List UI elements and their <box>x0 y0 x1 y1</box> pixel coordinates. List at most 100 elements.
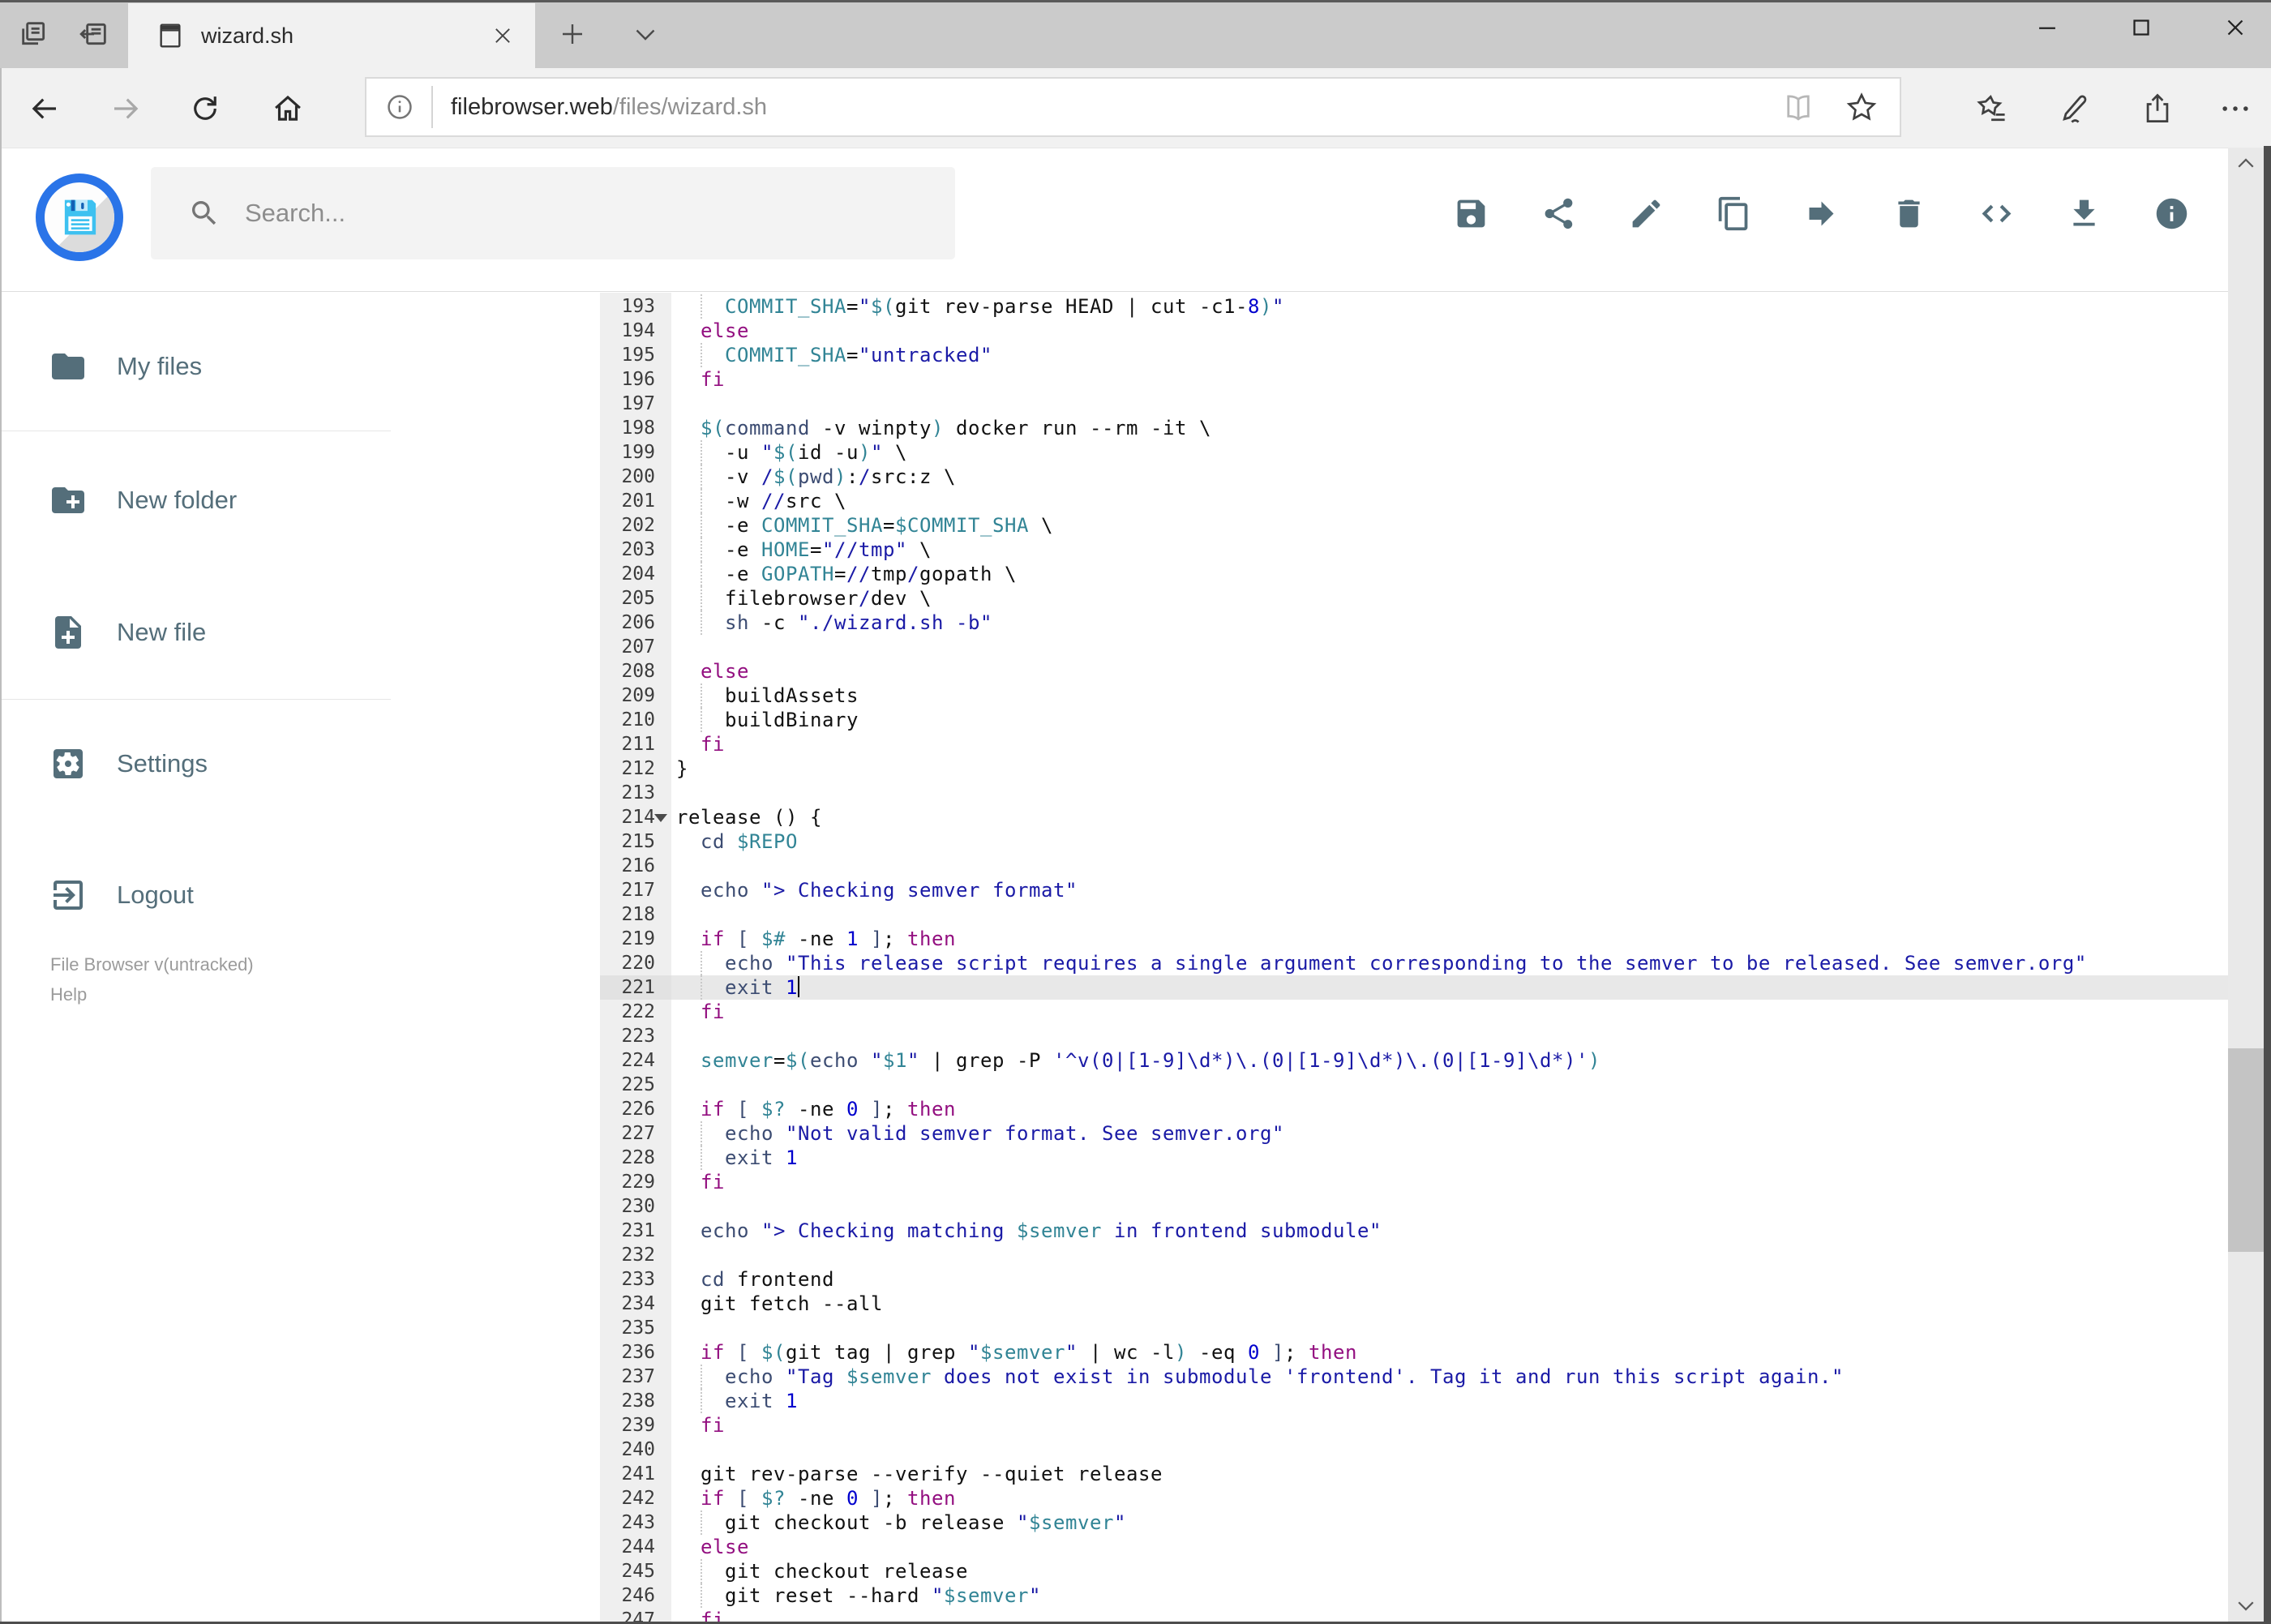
search-input[interactable] <box>243 198 814 229</box>
code-line[interactable]: echo "> Checking semver format" <box>671 878 2228 902</box>
code-line[interactable] <box>671 1073 2228 1097</box>
code-line[interactable]: fi <box>671 732 2228 756</box>
code-line[interactable]: git checkout release <box>671 1559 2228 1583</box>
add-favorite-star-icon[interactable] <box>1845 90 1879 124</box>
info-button[interactable] <box>2153 195 2190 232</box>
forward-button[interactable] <box>105 88 146 129</box>
code-line[interactable]: echo "This release script requires a sin… <box>671 951 2228 975</box>
app-logo[interactable] <box>36 174 123 261</box>
code-line[interactable]: fi <box>671 1170 2228 1194</box>
code-line[interactable]: buildAssets <box>671 683 2228 708</box>
code-line[interactable] <box>671 781 2228 805</box>
code-line[interactable]: echo "> Checking matching $semver in fro… <box>671 1219 2228 1243</box>
browser-tab[interactable]: wizard.sh <box>128 3 535 68</box>
code-line[interactable]: git rev-parse --verify --quiet release <box>671 1462 2228 1486</box>
back-button[interactable] <box>24 88 65 129</box>
save-button[interactable] <box>1453 195 1489 232</box>
code-line[interactable]: -e HOME="//tmp" \ <box>671 538 2228 562</box>
code-line[interactable] <box>671 1438 2228 1462</box>
code-line[interactable]: git fetch --all <box>671 1292 2228 1316</box>
share-button[interactable] <box>1540 195 1577 232</box>
code-line[interactable]: echo "Not valid semver format. See semve… <box>671 1121 2228 1146</box>
code-editor[interactable]: 192 if [ $? -eq 0 ]; then193 COMMIT_SHA=… <box>600 293 2228 1622</box>
hub-favorites-icon[interactable] <box>1972 88 2012 129</box>
tab-preview-chevron-icon[interactable] <box>626 15 665 54</box>
code-line[interactable]: git reset --hard "$semver" <box>671 1583 2228 1608</box>
code-line[interactable] <box>671 902 2228 927</box>
code-line[interactable]: fi <box>671 1413 2228 1438</box>
code-line[interactable]: if [ $? -ne 0 ]; then <box>671 1486 2228 1510</box>
code-line[interactable]: filebrowser/dev \ <box>671 586 2228 611</box>
minimize-button[interactable] <box>2028 8 2067 47</box>
code-line[interactable]: cd frontend <box>671 1267 2228 1292</box>
code-line[interactable]: exit 1 <box>671 1389 2228 1413</box>
delete-button[interactable] <box>1891 195 1927 232</box>
show-set-aside-tabs-icon[interactable] <box>15 15 54 54</box>
maximize-button[interactable] <box>2122 8 2161 47</box>
home-button[interactable] <box>268 88 308 129</box>
help-link[interactable]: Help <box>50 979 254 1009</box>
address-bar[interactable]: filebrowser.web/files/wizard.sh <box>365 77 1901 137</box>
code-line[interactable] <box>671 392 2228 416</box>
code-line[interactable]: COMMIT_SHA="$(git rev-parse HEAD | cut -… <box>671 294 2228 319</box>
code-line[interactable]: fi <box>671 1608 2228 1622</box>
code-line[interactable]: echo "Tag $semver does not exist in subm… <box>671 1365 2228 1389</box>
code-line[interactable]: else <box>671 1535 2228 1559</box>
copy-button[interactable] <box>1716 195 1752 232</box>
download-button[interactable] <box>2066 195 2102 232</box>
scroll-up-arrow-icon[interactable] <box>2228 148 2264 180</box>
code-line[interactable]: if [ $# -ne 1 ]; then <box>671 927 2228 951</box>
code-line[interactable]: $(command -v winpty) docker run --rm -it… <box>671 416 2228 440</box>
code-line[interactable] <box>671 1316 2228 1340</box>
web-notes-pen-icon[interactable] <box>2055 88 2095 129</box>
refresh-button[interactable] <box>185 88 225 129</box>
close-window-button[interactable] <box>2216 8 2255 47</box>
code-line[interactable]: -v /$(pwd):/src:z \ <box>671 465 2228 489</box>
reading-view-icon[interactable] <box>1781 90 1815 124</box>
url-text[interactable]: filebrowser.web/files/wizard.sh <box>451 94 1781 121</box>
sidebar-item-new-folder[interactable]: New folder <box>0 448 391 553</box>
tab-close-icon[interactable] <box>491 24 514 47</box>
code-line[interactable]: release () { <box>671 805 2228 829</box>
rename-button[interactable] <box>1628 195 1665 232</box>
code-line[interactable]: -e GOPATH=//tmp/gopath \ <box>671 562 2228 586</box>
code-line[interactable]: fi <box>671 1000 2228 1024</box>
code-line[interactable]: -e COMMIT_SHA=$COMMIT_SHA \ <box>671 513 2228 538</box>
code-line[interactable] <box>671 1243 2228 1267</box>
code-line[interactable] <box>671 1194 2228 1219</box>
code-line[interactable]: fi <box>671 367 2228 392</box>
code-line[interactable]: sh -c "./wizard.sh -b" <box>671 611 2228 635</box>
code-line[interactable] <box>671 1024 2228 1048</box>
code-line[interactable]: exit 1 <box>671 975 2228 1000</box>
more-settings-icon[interactable] <box>2215 88 2256 129</box>
code-line[interactable]: else <box>671 319 2228 343</box>
search-box[interactable] <box>151 167 955 259</box>
fold-toggle-icon[interactable] <box>654 814 667 822</box>
code-line[interactable]: -w //src \ <box>671 489 2228 513</box>
share-icon[interactable] <box>2137 88 2178 129</box>
code-line[interactable] <box>671 635 2228 659</box>
page-scrollbar[interactable] <box>2228 148 2264 1622</box>
sidebar-item-settings[interactable]: Settings <box>0 711 391 816</box>
sidebar-item-new-file[interactable]: New file <box>0 580 391 685</box>
code-line[interactable]: cd $REPO <box>671 829 2228 854</box>
code-line[interactable] <box>671 854 2228 878</box>
code-line[interactable]: buildBinary <box>671 708 2228 732</box>
page-info-icon[interactable] <box>384 92 415 122</box>
new-tab-button[interactable] <box>553 15 592 54</box>
set-tabs-aside-icon[interactable] <box>75 15 114 54</box>
code-line[interactable]: exit 1 <box>671 1146 2228 1170</box>
scrollbar-thumb[interactable] <box>2228 1048 2264 1252</box>
code-line[interactable]: git checkout -b release "$semver" <box>671 1510 2228 1535</box>
scroll-down-arrow-icon[interactable] <box>2228 1589 2264 1622</box>
code-line[interactable]: else <box>671 659 2228 683</box>
move-button[interactable] <box>1803 195 1840 232</box>
code-line[interactable]: } <box>671 756 2228 781</box>
sidebar-item-logout[interactable]: Logout <box>0 842 391 948</box>
sidebar-item-my-files[interactable]: My files <box>0 314 391 419</box>
code-line[interactable]: if [ $? -ne 0 ]; then <box>671 1097 2228 1121</box>
code-line[interactable]: semver=$(echo "$1" | grep -P '^v(0|[1-9]… <box>671 1048 2228 1073</box>
code-mode-button[interactable] <box>1978 195 2015 232</box>
code-line[interactable]: -u "$(id -u)" \ <box>671 440 2228 465</box>
code-line[interactable]: COMMIT_SHA="untracked" <box>671 343 2228 367</box>
